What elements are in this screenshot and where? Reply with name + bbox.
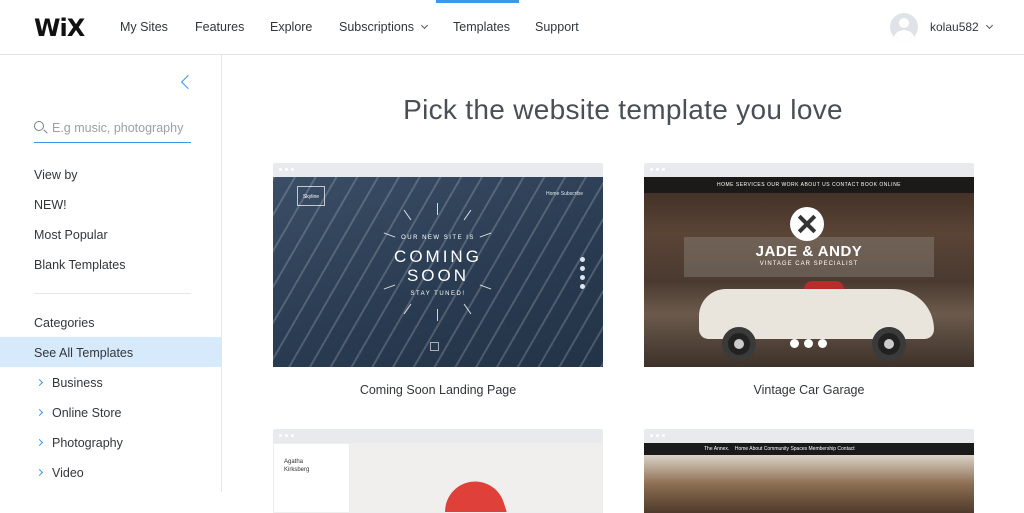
category-label: Photography xyxy=(52,436,123,450)
view-item-blank-templates[interactable]: Blank Templates xyxy=(34,258,126,272)
thumb-brand: Skyline xyxy=(297,186,325,206)
template-card-the-annex[interactable]: The Annex. Home About Community Spaces M… xyxy=(644,429,974,513)
nav-subscriptions[interactable]: Subscriptions xyxy=(339,20,429,34)
chevron-right-icon xyxy=(35,438,44,447)
category-video[interactable]: Video xyxy=(35,466,84,480)
nav-templates[interactable]: Templates xyxy=(453,20,510,34)
pinterest-icon xyxy=(804,339,813,348)
template-caption[interactable]: Coming Soon Landing Page xyxy=(273,383,603,397)
chevron-down-icon xyxy=(985,21,993,30)
sidebar-divider xyxy=(34,293,191,294)
thumb-name-line1: Agatha xyxy=(284,459,304,465)
category-label: Business xyxy=(52,376,103,390)
active-tab-indicator xyxy=(436,0,519,3)
nav-my-sites[interactable]: My Sites xyxy=(120,20,168,34)
user-menu[interactable]: kolau582 xyxy=(930,20,993,34)
thumb-nav: Home Subscribe xyxy=(546,191,583,197)
facebook-icon xyxy=(790,339,799,348)
thumb-brand: The Annex. xyxy=(704,446,730,452)
instagram-icon xyxy=(818,339,827,348)
thumb-nav: The Annex. Home About Community Spaces M… xyxy=(644,443,974,455)
category-label: Online Store xyxy=(52,406,122,420)
category-online-store[interactable]: Online Store xyxy=(35,406,122,420)
template-card-coming-soon[interactable]: Skyline Home Subscribe OUR NEW SITE IS C… xyxy=(273,163,603,397)
template-thumbnail[interactable]: The Annex. Home About Community Spaces M… xyxy=(644,443,974,513)
sidebar: View by NEW! Most Popular Blank Template… xyxy=(0,55,222,492)
top-nav-bar: WiX My Sites Features Explore Subscripti… xyxy=(0,0,1024,55)
search-input[interactable] xyxy=(52,119,190,137)
view-item-new[interactable]: NEW! xyxy=(34,198,67,212)
browser-frame-bar xyxy=(273,429,603,443)
template-card-portfolio[interactable]: Agatha Kirksberg xyxy=(273,429,603,513)
nav-features[interactable]: Features xyxy=(195,20,244,34)
search-icon xyxy=(34,121,44,131)
thumb-title-line1: COMING xyxy=(394,247,482,266)
template-caption[interactable]: Vintage Car Garage xyxy=(644,383,974,397)
thumb-footer: STAY TUNED! xyxy=(410,291,466,297)
wrench-logo-icon xyxy=(790,207,824,241)
thumb-nav: HOME SERVICES OUR WORK ABOUT US CONTACT … xyxy=(644,177,974,193)
twitter-icon xyxy=(580,266,585,271)
browser-frame-bar xyxy=(644,163,974,177)
view-item-most-popular[interactable]: Most Popular xyxy=(34,228,108,242)
scroll-down-icon xyxy=(430,342,439,351)
search-box xyxy=(34,117,191,143)
thumb-title-line2: SOON xyxy=(406,266,470,285)
nav-subscriptions-label: Subscriptions xyxy=(339,20,415,34)
category-see-all-label: See All Templates xyxy=(34,346,134,360)
template-thumbnail[interactable]: HOME SERVICES OUR WORK ABOUT US CONTACT … xyxy=(644,177,974,367)
browser-frame-bar xyxy=(273,163,603,177)
thumb-subtitle: VINTAGE CAR SPECIALIST xyxy=(759,261,859,267)
username: kolau582 xyxy=(930,20,979,34)
chevron-right-icon xyxy=(35,378,44,387)
category-photography[interactable]: Photography xyxy=(35,436,123,450)
category-label: Video xyxy=(52,466,84,480)
view-by-heading: View by xyxy=(34,168,78,182)
nav-explore[interactable]: Explore xyxy=(270,20,312,34)
thumb-kicker: OUR NEW SITE IS xyxy=(401,235,475,241)
chevron-right-icon xyxy=(35,408,44,417)
chevron-down-icon xyxy=(421,21,429,30)
page-title: Pick the website template you love xyxy=(403,94,843,125)
instagram-icon xyxy=(580,284,585,289)
nav-support[interactable]: Support xyxy=(535,20,579,34)
thumb-title: COMING SOON xyxy=(273,247,603,285)
category-business[interactable]: Business xyxy=(35,376,103,390)
template-thumbnail[interactable]: Agatha Kirksberg xyxy=(273,443,603,513)
thumb-name: Agatha Kirksberg xyxy=(284,458,309,474)
template-card-vintage-car[interactable]: HOME SERVICES OUR WORK ABOUT US CONTACT … xyxy=(644,163,974,397)
user-avatar-icon[interactable] xyxy=(890,13,918,41)
thumb-title: JADE & ANDY xyxy=(755,243,863,260)
facebook-icon xyxy=(580,257,585,262)
browser-frame-bar xyxy=(644,429,974,443)
categories-heading: Categories xyxy=(34,316,95,330)
thumb-nav-links: Home About Community Spaces Membership C… xyxy=(734,446,855,452)
wix-logo[interactable]: WiX xyxy=(34,14,85,42)
collapse-sidebar-icon[interactable] xyxy=(180,74,196,90)
chevron-right-icon xyxy=(35,468,44,477)
google-plus-icon xyxy=(580,275,585,280)
thumb-name-line2: Kirksberg xyxy=(284,467,310,473)
template-thumbnail[interactable]: Skyline Home Subscribe OUR NEW SITE IS C… xyxy=(273,177,603,367)
